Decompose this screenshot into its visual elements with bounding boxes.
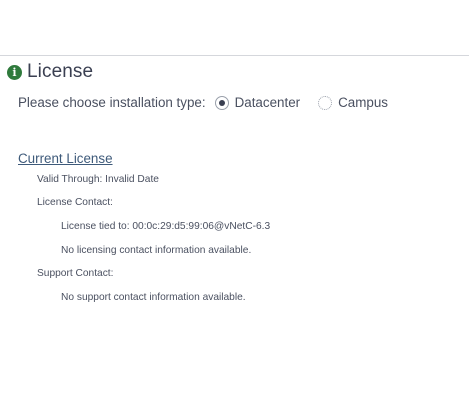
top-divider	[0, 55, 469, 56]
radio-campus[interactable]: Campus	[318, 95, 388, 110]
current-license-link[interactable]: Current License	[18, 151, 113, 166]
support-contact-label: Support Contact:	[37, 268, 114, 279]
section-title: License	[27, 61, 94, 82]
license-contact-label: License Contact:	[37, 197, 113, 208]
radio-checked-icon[interactable]	[214, 95, 229, 110]
license-contact-info: No licensing contact information availab…	[61, 245, 252, 256]
section-header: i License	[7, 61, 93, 83]
radio-unchecked-icon[interactable]	[318, 95, 333, 110]
radio-campus-label[interactable]: Campus	[338, 95, 388, 110]
license-page: i License Please choose installation typ…	[0, 0, 469, 419]
installation-type-row: Please choose installation type: Datacen…	[18, 95, 388, 110]
valid-through: Valid Through: Invalid Date	[37, 174, 159, 185]
license-tied-to: License tied to: 00:0c:29:d5:99:06@vNetC…	[61, 221, 271, 232]
info-icon: i	[7, 65, 22, 80]
support-contact-info: No support contact information available…	[61, 292, 246, 303]
radio-datacenter-label[interactable]: Datacenter	[235, 95, 301, 110]
installation-type-label: Please choose installation type:	[18, 95, 206, 110]
radio-datacenter[interactable]: Datacenter	[214, 95, 301, 110]
